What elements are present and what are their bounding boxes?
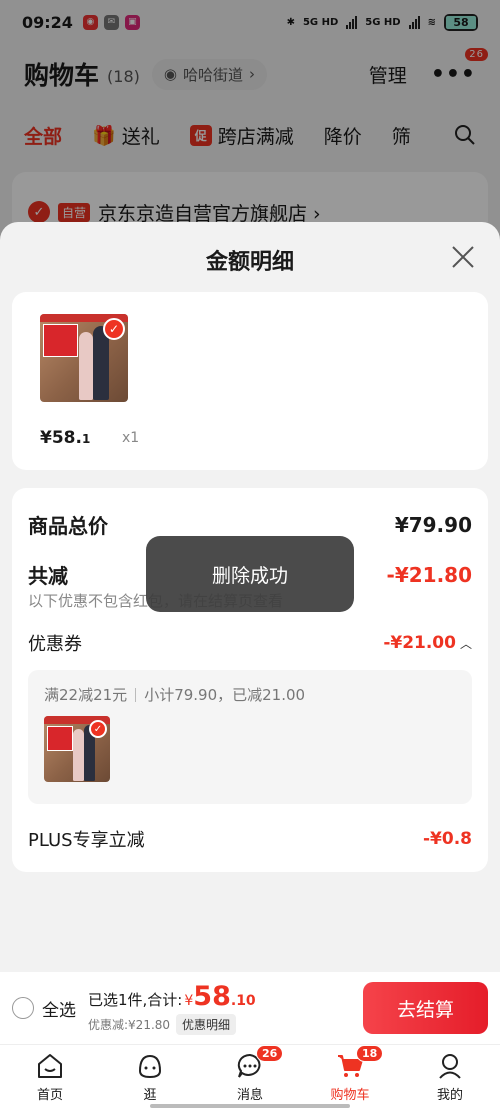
cart-badge: 18	[356, 1045, 384, 1062]
chevron-up-icon[interactable]: ︿	[460, 637, 472, 651]
plus-row: PLUS专享立减 -¥0.8	[28, 826, 472, 852]
bottom-tab-bar: 首页 逛 消息 26 购物车 18 我的	[0, 1044, 500, 1111]
sum-integer: 58	[193, 981, 231, 1012]
select-all-radio[interactable]	[12, 997, 34, 1019]
discount-summary: 优惠减:¥21.80	[88, 1018, 171, 1032]
coupon-value: -¥21.00	[383, 633, 456, 653]
sum-yen: ¥	[184, 993, 194, 1009]
total-value: ¥79.90	[394, 512, 472, 537]
tab-cart-label: 购物车	[330, 1088, 370, 1103]
selected-text: 已选1件,合计:	[88, 991, 183, 1009]
home-indicator[interactable]	[150, 1104, 350, 1108]
coupon-row[interactable]: 优惠券 -¥21.00 ︿	[28, 630, 472, 656]
discount-detail-button[interactable]: 优惠明细	[176, 1014, 237, 1035]
total-label: 商品总价	[28, 514, 108, 538]
product-card: ✓ ¥58.1 x1	[12, 292, 488, 470]
coupon-product-thumbnail: ✓	[44, 716, 110, 782]
coupon-value-wrap: -¥21.00 ︿	[383, 633, 472, 653]
product-price: ¥58.1	[40, 428, 90, 448]
tab-browse[interactable]: 逛	[100, 1045, 200, 1111]
checkout-button[interactable]: 去结算	[363, 982, 488, 1034]
price-decimal: 1	[81, 432, 91, 446]
home-icon	[38, 1054, 62, 1078]
plus-value: -¥0.8	[423, 829, 472, 849]
browse-icon	[138, 1054, 162, 1079]
select-all-label[interactable]: 全选	[42, 996, 76, 1021]
close-icon[interactable]	[450, 244, 476, 270]
divider	[135, 687, 137, 702]
sum-decimal: .10	[230, 993, 256, 1009]
coupon-label: 优惠券	[28, 634, 82, 655]
sheet-title: 金额明细	[205, 250, 294, 275]
product-thumbnail[interactable]: ✓	[40, 314, 128, 402]
selected-check-icon: ✓	[89, 720, 107, 738]
toast-message: 删除成功	[146, 536, 354, 612]
total-row: 商品总价 ¥79.90	[28, 510, 472, 539]
tab-home[interactable]: 首页	[0, 1045, 100, 1111]
coupon-subtotal: 小计79.90，已减21.00	[144, 686, 306, 704]
tab-messages-label: 消息	[236, 1088, 263, 1103]
sum-block: 已选1件,合计: ¥ 58 .10 优惠减:¥21.80 优惠明细	[88, 981, 256, 1035]
tab-messages[interactable]: 消息 26	[200, 1045, 300, 1111]
profile-icon	[439, 1054, 461, 1079]
plus-label: PLUS专享立减	[28, 830, 145, 851]
coupon-detail-box: 满22减21元 小计79.90，已减21.00 ✓	[28, 670, 472, 804]
coupon-rule: 满22减21元	[44, 686, 128, 704]
tab-home-label: 首页	[36, 1088, 63, 1103]
discount-value: -¥21.80	[386, 562, 472, 587]
tab-cart[interactable]: 购物车 18	[300, 1045, 400, 1111]
price-main: ¥58.	[40, 428, 82, 448]
sum-top: 已选1件,合计: ¥ 58 .10	[88, 981, 256, 1012]
discount-label: 共减	[28, 564, 68, 588]
product-quantity: x1	[122, 430, 140, 446]
sum-bottom: 优惠减:¥21.80 优惠明细	[88, 1014, 256, 1035]
messages-badge: 26	[256, 1045, 284, 1062]
coupon-rule-line: 满22减21元 小计79.90，已减21.00	[44, 684, 305, 705]
tab-mine-label: 我的	[436, 1088, 463, 1103]
tab-browse-label: 逛	[143, 1088, 157, 1103]
selected-check-icon: ✓	[103, 318, 125, 340]
checkout-bar: 全选 已选1件,合计: ¥ 58 .10 优惠减:¥21.80 优惠明细 去结算	[0, 972, 500, 1044]
tab-mine[interactable]: 我的	[400, 1045, 500, 1111]
